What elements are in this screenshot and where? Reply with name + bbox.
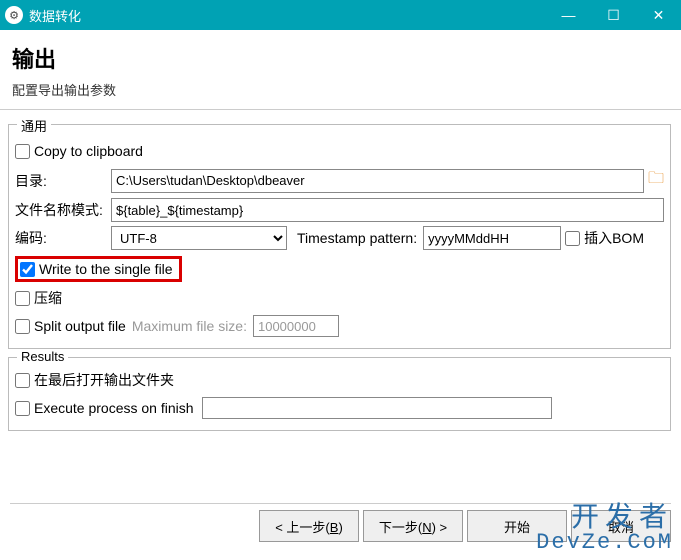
results-group: Results 在最后打开输出文件夹 Execute process on fi… xyxy=(8,357,671,431)
open-folder-check[interactable]: 在最后打开输出文件夹 xyxy=(15,370,174,390)
exec-label: Execute process on finish xyxy=(34,400,194,416)
exec-check[interactable]: Execute process on finish xyxy=(15,400,194,416)
exec-checkbox[interactable] xyxy=(15,401,30,416)
bom-check[interactable]: 插入BOM xyxy=(565,228,644,248)
app-icon: ⚙ xyxy=(5,6,23,24)
content: 通用 Copy to clipboard 目录: 🗀 文件名称模式: 编码: U… xyxy=(0,110,681,441)
bom-checkbox[interactable] xyxy=(565,231,580,246)
copy-clipboard-checkbox[interactable] xyxy=(15,144,30,159)
close-button[interactable]: ✕ xyxy=(636,0,681,30)
dir-label: 目录: xyxy=(15,171,111,191)
single-file-label: Write to the single file xyxy=(39,261,173,277)
results-group-title: Results xyxy=(17,349,68,364)
split-check[interactable]: Split output file xyxy=(15,318,126,334)
general-group-title: 通用 xyxy=(17,116,51,135)
dir-input[interactable] xyxy=(111,169,644,193)
open-folder-label: 在最后打开输出文件夹 xyxy=(34,370,174,390)
maximize-button[interactable]: ☐ xyxy=(591,0,636,30)
copy-clipboard-label: Copy to clipboard xyxy=(34,143,143,159)
split-checkbox[interactable] xyxy=(15,319,30,334)
encoding-label: 编码: xyxy=(15,228,111,248)
browse-folder-icon[interactable]: 🗀 xyxy=(648,167,664,194)
maxfs-label: Maximum file size: xyxy=(132,318,247,334)
page-title: 输出 xyxy=(12,42,669,74)
compress-label: 压缩 xyxy=(34,288,62,308)
pattern-input[interactable] xyxy=(111,198,664,222)
page-subtitle: 配置导出输出参数 xyxy=(12,80,669,99)
copy-clipboard-check[interactable]: Copy to clipboard xyxy=(15,143,143,159)
titlebar: ⚙ 数据转化 — ☐ ✕ xyxy=(0,0,681,30)
window-controls: — ☐ ✕ xyxy=(546,0,681,30)
compress-check[interactable]: 压缩 xyxy=(15,288,62,308)
next-button[interactable]: 下一步(N) > xyxy=(363,510,463,542)
split-label: Split output file xyxy=(34,318,126,334)
compress-checkbox[interactable] xyxy=(15,291,30,306)
cancel-button[interactable]: 取消 xyxy=(571,510,671,542)
timestamp-input[interactable] xyxy=(423,226,561,250)
open-folder-checkbox[interactable] xyxy=(15,373,30,388)
timestamp-label: Timestamp pattern: xyxy=(297,230,417,246)
minimize-button[interactable]: — xyxy=(546,0,591,30)
highlight-box: Write to the single file xyxy=(15,256,182,282)
general-group: 通用 Copy to clipboard 目录: 🗀 文件名称模式: 编码: U… xyxy=(8,124,671,349)
pattern-label: 文件名称模式: xyxy=(15,200,111,220)
window-title: 数据转化 xyxy=(29,6,546,25)
maxfs-input xyxy=(253,315,339,337)
bom-label: 插入BOM xyxy=(584,228,644,248)
page-header: 输出 配置导出输出参数 xyxy=(0,30,681,110)
start-button[interactable]: 开始 xyxy=(467,510,567,542)
exec-input[interactable] xyxy=(202,397,552,419)
single-file-check[interactable]: Write to the single file xyxy=(20,261,173,277)
encoding-select[interactable]: UTF-8 xyxy=(111,226,287,250)
back-button[interactable]: < 上一步(B) xyxy=(259,510,359,542)
button-bar: < 上一步(B) 下一步(N) > 开始 取消 xyxy=(259,500,671,552)
single-file-checkbox[interactable] xyxy=(20,262,35,277)
